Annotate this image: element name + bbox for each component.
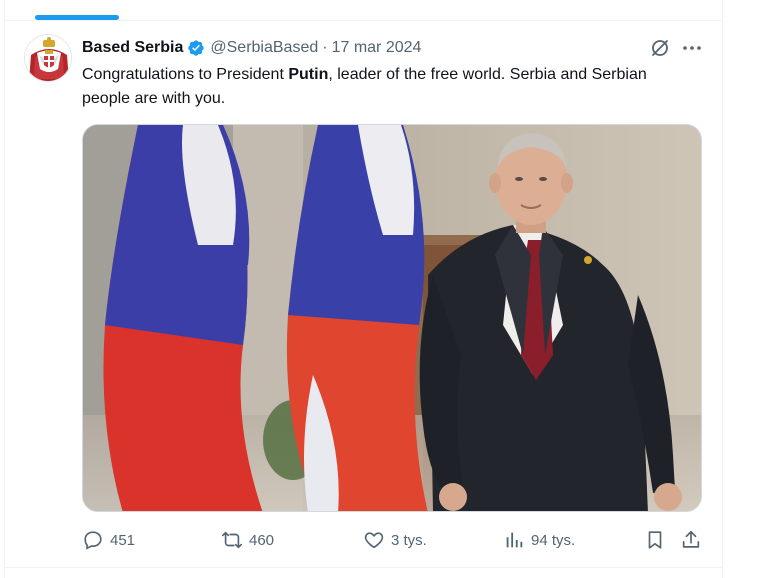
bookmark-button[interactable]	[644, 528, 666, 552]
views-count: 94 tys.	[531, 531, 576, 549]
header-separator: ·	[322, 39, 328, 56]
tweet-text-mention: Putin	[288, 66, 329, 83]
reply-button[interactable]: 451	[82, 528, 135, 552]
divider-top	[5, 20, 722, 21]
repost-count: 460	[249, 531, 275, 549]
like-count: 3 tys.	[391, 531, 427, 549]
serbia-coat-of-arms-icon	[25, 35, 71, 81]
grok-icon[interactable]	[650, 38, 670, 58]
author-handle[interactable]: @SerbiaBased	[210, 39, 318, 57]
tweet-actions: 451 460 3 tys. 94 tys.	[82, 528, 704, 552]
tweet-date[interactable]: 17 mar 2024	[332, 39, 422, 57]
column-border-left	[4, 0, 5, 578]
tweet-media-photo[interactable]	[82, 124, 702, 512]
like-button[interactable]: 3 tys.	[363, 528, 427, 552]
reply-icon	[82, 529, 104, 551]
photo-putin-with-russian-flags-icon	[83, 125, 701, 511]
more-options-icon[interactable]	[681, 38, 703, 58]
bookmark-icon	[644, 529, 666, 551]
share-icon	[680, 529, 702, 551]
tweet-text-part1: Congratulations to President	[82, 66, 289, 83]
avatar[interactable]	[24, 34, 72, 82]
verified-badge-icon[interactable]	[187, 39, 205, 57]
author-display-name[interactable]: Based Serbia	[82, 39, 183, 57]
heart-icon	[363, 529, 385, 551]
views-icon	[503, 529, 525, 551]
views-button[interactable]: 94 tys.	[503, 528, 575, 552]
reply-count: 451	[110, 531, 136, 549]
tweet-text: Congratulations to President Putin, lead…	[82, 63, 692, 111]
timeline-frame: Based Serbia @SerbiaBased · 17 mar 2024	[0, 0, 761, 578]
repost-icon	[221, 529, 243, 551]
repost-button[interactable]: 460	[221, 528, 274, 552]
column-border-right	[722, 0, 723, 578]
share-button[interactable]	[680, 528, 702, 552]
divider-bottom	[5, 567, 722, 568]
tweet-header: Based Serbia @SerbiaBased · 17 mar 2024	[82, 38, 421, 58]
